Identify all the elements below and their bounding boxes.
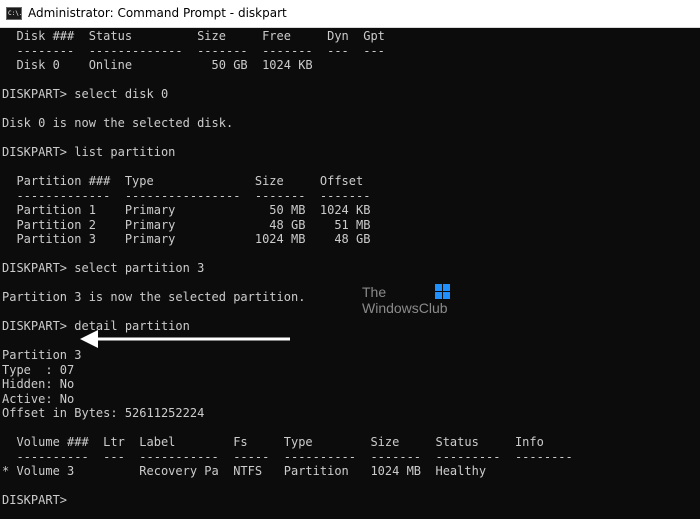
console-line: Partition 1 Primary 50 MB 1024 KB <box>2 203 371 217</box>
watermark-line2: WindowsClub <box>362 300 448 316</box>
console-line: Disk 0 Online 50 GB 1024 KB <box>2 58 313 72</box>
console-line: DISKPART> select partition 3 <box>2 261 205 275</box>
console-line: -------- ------------- ------- ------- -… <box>2 43 385 58</box>
console-line: Disk 0 is now the selected disk. <box>2 116 234 130</box>
console-line: DISKPART> <box>2 493 68 507</box>
command-prompt-icon: C:\. <box>6 7 22 20</box>
command-prompt-window: C:\. Administrator: Command Prompt - dis… <box>0 0 700 519</box>
window-title: Administrator: Command Prompt - diskpart <box>28 6 287 20</box>
console-line: Partition 3 Primary 1024 MB 48 GB <box>2 232 371 246</box>
console-line: ------------- ---------------- ------- -… <box>2 188 371 203</box>
title-bar[interactable]: C:\. Administrator: Command Prompt - dis… <box>0 0 700 28</box>
console-line: Partition 3 is now the selected partitio… <box>2 290 306 304</box>
left-arrow-icon <box>80 330 290 348</box>
console-line: Partition ### Type Size Offset <box>2 174 364 188</box>
console-output[interactable]: Disk ### Status Size Free Dyn Gpt ------… <box>0 28 700 519</box>
console-line: DISKPART> select disk 0 <box>2 87 169 101</box>
console-line: Partition 2 Primary 48 GB 51 MB <box>2 217 371 232</box>
console-line: Partition 3 <box>2 348 82 362</box>
console-line: Disk ### Status Size Free Dyn Gpt <box>2 29 385 43</box>
windows-logo-icon <box>435 284 450 299</box>
console-line: Offset in Bytes: 52611252224 <box>2 406 205 420</box>
console-line: * Volume 3 Recovery Pa NTFS Partition 10… <box>2 464 487 478</box>
watermark-line1: The <box>362 284 387 300</box>
console-line: Type : 07 <box>2 362 75 377</box>
console-line: DISKPART> list partition <box>2 145 176 159</box>
thewindowsclub-watermark: The WindowsClub <box>362 284 462 320</box>
console-line: Active: No <box>2 391 75 406</box>
console-line: Hidden: No <box>2 377 75 391</box>
console-line: ---------- --- ----------- ----- -------… <box>2 449 573 464</box>
console-line: Volume ### Ltr Label Fs Type Size Status… <box>2 435 544 449</box>
